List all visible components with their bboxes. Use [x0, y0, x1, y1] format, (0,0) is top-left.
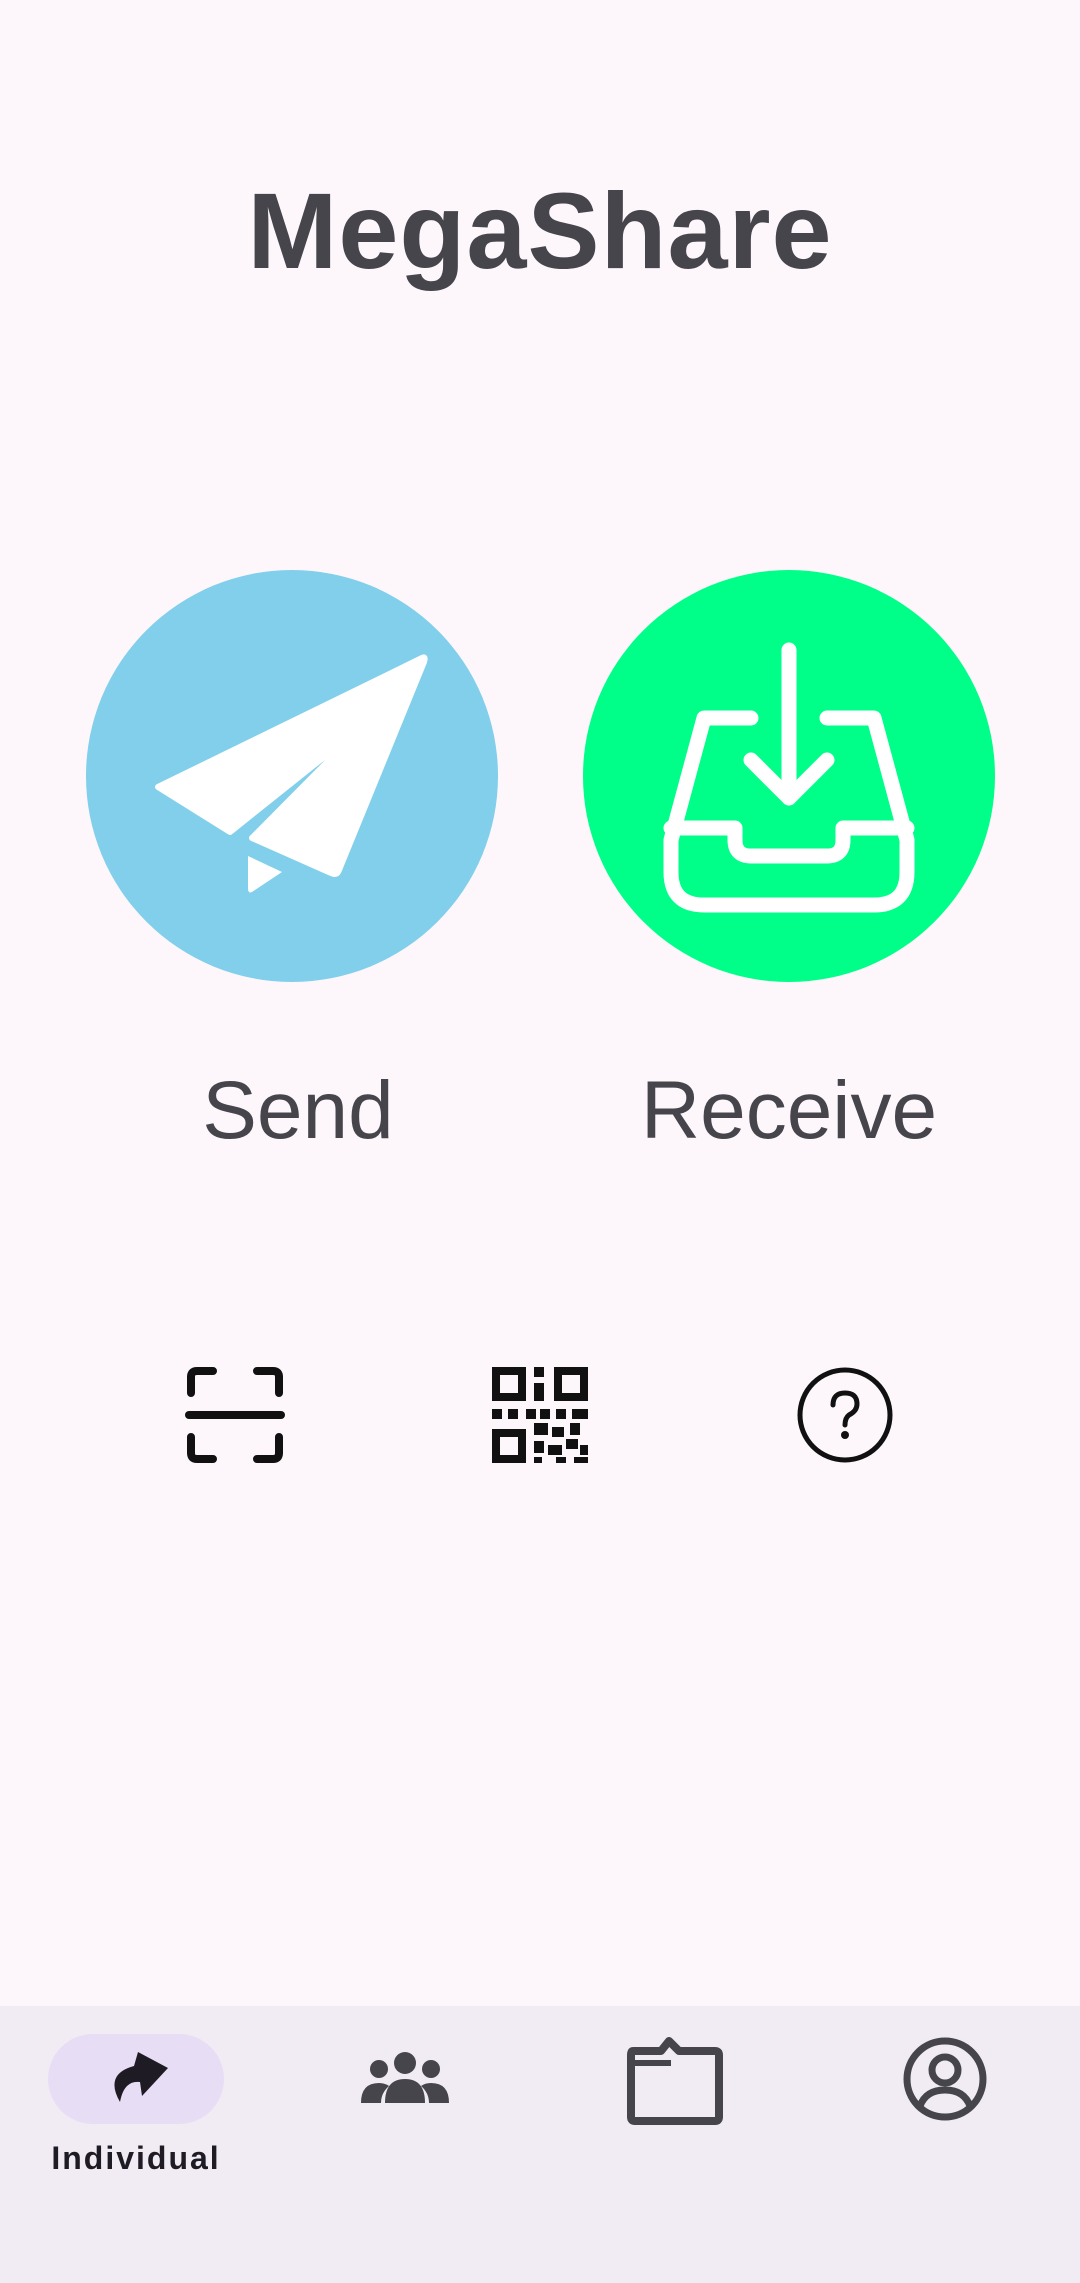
app-title: MegaShare: [247, 170, 833, 291]
receive-label: Receive: [640, 1065, 938, 1156]
send-button[interactable]: [86, 570, 498, 982]
inbox-download-icon: [663, 642, 915, 913]
nav-icon-container: [857, 2034, 1033, 2124]
account-icon: [903, 2037, 987, 2121]
nav-item-files[interactable]: [560, 2034, 790, 2194]
nav-active-indicator: [48, 2034, 224, 2124]
main-screen: MegaShare Send Receive Individual: [0, 0, 1080, 2283]
paper-plane-icon: [155, 654, 428, 893]
scan-button[interactable]: [180, 1360, 290, 1470]
help-button[interactable]: [790, 1360, 900, 1470]
qr-code-icon: [492, 1367, 588, 1463]
bottom-navigation: Individual: [0, 2006, 1080, 2283]
folder-icon: [627, 2037, 723, 2125]
scan-icon: [185, 1367, 285, 1463]
nav-icon-container: [317, 2034, 493, 2124]
share-arrow-icon: [114, 2052, 168, 2102]
nav-item-individual[interactable]: Individual: [21, 2034, 251, 2194]
nav-item-group[interactable]: [290, 2034, 520, 2194]
nav-label-individual: Individual: [51, 2140, 221, 2176]
receive-button[interactable]: [583, 570, 995, 982]
group-icon: [361, 2052, 449, 2103]
nav-item-profile[interactable]: [830, 2034, 1060, 2194]
send-label: Send: [202, 1065, 394, 1156]
qr-code-button[interactable]: [485, 1360, 595, 1470]
help-icon: [797, 1367, 893, 1463]
nav-icon-container: [587, 2034, 763, 2125]
